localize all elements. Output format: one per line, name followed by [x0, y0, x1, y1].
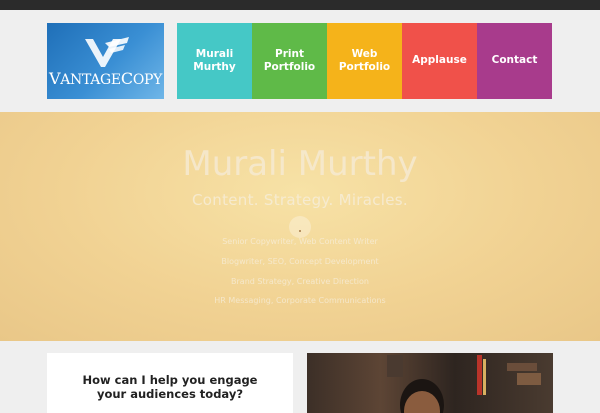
nav-item-label: Web Portfolio [338, 47, 391, 73]
logo-text: VANTAGECOPY [47, 69, 164, 88]
logo-letter-v: V [48, 69, 61, 88]
nav-item-label: Murali Murthy [193, 47, 236, 73]
nav-item-print-portfolio[interactable]: Print Portfolio [252, 23, 327, 99]
logo-letters-antage: ANTAGE [60, 72, 121, 88]
hero-service-line: HR Messaging, Corporate Communications [214, 296, 386, 305]
profile-photo [307, 353, 553, 413]
nav-item-web-portfolio[interactable]: Web Portfolio [327, 23, 402, 99]
logo-letter-c: C [120, 69, 133, 88]
nav-item-label: Contact [491, 54, 538, 67]
nav-item-murali-murthy[interactable]: Murali Murthy [177, 23, 252, 99]
engage-card: How can I help you engage your audiences… [47, 353, 293, 413]
hero-service-line: Brand Strategy, Creative Direction [231, 277, 369, 286]
top-bar [0, 0, 600, 10]
nav-item-label: Print Portfolio [263, 47, 316, 73]
hero-subtitle: Content. Strategy. Miracles. [192, 191, 408, 209]
nav-item-applause[interactable]: Applause [402, 23, 477, 99]
nav-item-label: Applause [412, 54, 467, 67]
hero-service-line: Senior Copywriter, Web Content Writer [222, 237, 378, 246]
main-navigation: Murali Murthy Print Portfolio Web Portfo… [177, 23, 552, 99]
nav-item-contact[interactable]: Contact [477, 23, 552, 99]
hero-title: Murali Murthy [182, 144, 418, 184]
vantagecopy-logo[interactable]: VANTAGECOPY [47, 23, 164, 99]
engage-card-title: How can I help you engage your audiences… [82, 373, 258, 402]
logo-letters-opy: OPY [132, 72, 163, 88]
hero-banner: Murali Murthy Content. Strategy. Miracle… [0, 112, 600, 341]
hero-service-line: Blogwriter, SEO, Concept Development [221, 257, 379, 266]
hero-circle-icon [289, 216, 311, 238]
